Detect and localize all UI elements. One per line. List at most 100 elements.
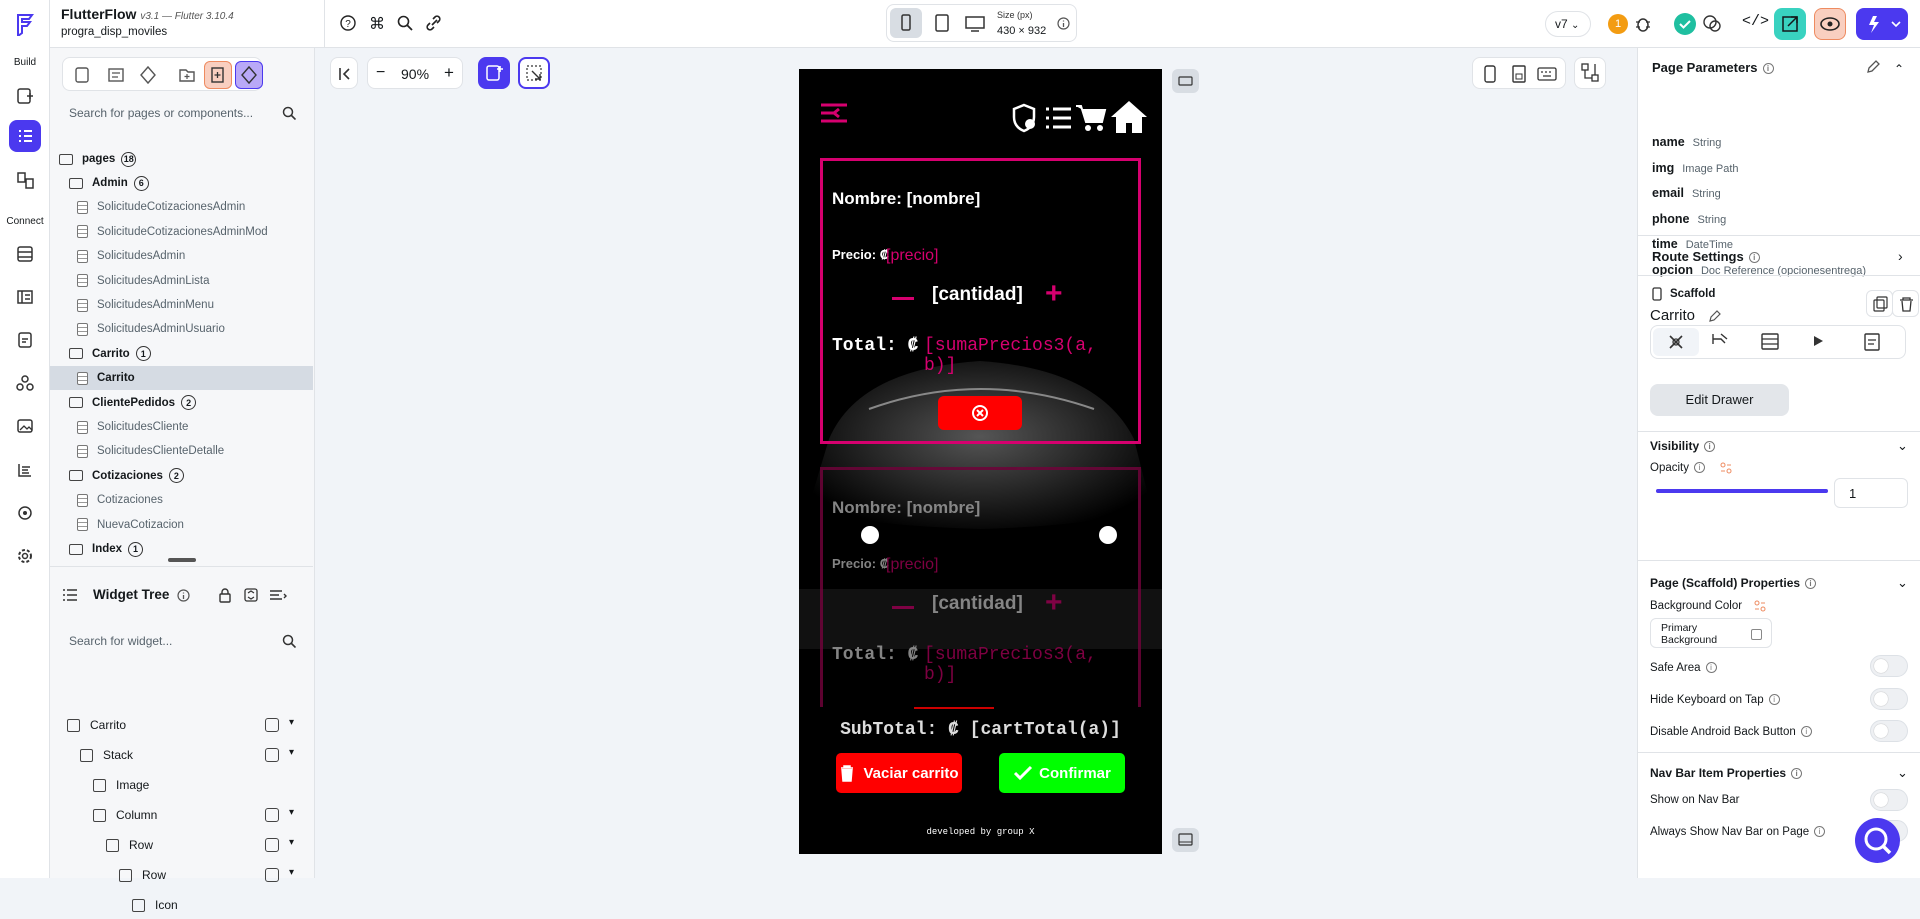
- page-parameter[interactable]: email String: [1652, 186, 1721, 200]
- chevron-down-icon[interactable]: ▾: [289, 717, 294, 728]
- pages-root-folder[interactable]: pages 18: [50, 147, 313, 171]
- increment-button[interactable]: +: [1045, 279, 1063, 309]
- widget-tree-item[interactable]: Carrito ▾: [50, 711, 313, 739]
- add-page-button[interactable]: [204, 61, 232, 89]
- phone-device-button[interactable]: [890, 8, 922, 38]
- page-folder[interactable]: Admin 6: [50, 171, 313, 195]
- logs-icon[interactable]: [9, 454, 41, 486]
- chevron-down-icon[interactable]: ▾: [289, 837, 294, 848]
- phone-preview-icon[interactable]: [1483, 65, 1497, 83]
- list-icon[interactable]: [1044, 105, 1072, 131]
- keyboard-toggle-icon[interactable]: [1172, 69, 1199, 93]
- expand-collapse-icon[interactable]: [243, 587, 259, 603]
- properties-tab[interactable]: [1653, 328, 1699, 356]
- add-child-icon[interactable]: [265, 838, 279, 852]
- shield-user-icon[interactable]: [1011, 103, 1039, 133]
- delete-button[interactable]: [1892, 290, 1919, 317]
- support-search-button[interactable]: [1855, 818, 1900, 863]
- page-parameter[interactable]: phone String: [1652, 212, 1726, 226]
- comments-icon[interactable]: [1702, 14, 1722, 34]
- drawer-menu-icon[interactable]: [819, 102, 849, 124]
- widget-tree-item[interactable]: Image: [50, 771, 313, 799]
- widget-tree-item[interactable]: Column ▾: [50, 801, 313, 829]
- search-icon[interactable]: [282, 634, 296, 648]
- add-child-icon[interactable]: [265, 718, 279, 732]
- page-item[interactable]: SolicitudeCotizacionesAdminMod: [50, 220, 313, 244]
- widget-search-input[interactable]: Search for widget...: [69, 634, 172, 648]
- tree-layout-button[interactable]: [1574, 57, 1606, 89]
- hide-keyboard-toggle[interactable]: [1870, 688, 1908, 710]
- chevron-down-icon[interactable]: ⌄: [1897, 575, 1908, 591]
- collapse-panel-button[interactable]: [330, 57, 358, 89]
- link-icon[interactable]: [425, 15, 443, 31]
- components-tab-icon[interactable]: [103, 63, 129, 87]
- settings-gear-icon[interactable]: [9, 540, 41, 572]
- duplicate-button[interactable]: [1866, 290, 1893, 317]
- select-mode-button[interactable]: [518, 57, 550, 89]
- page-folder[interactable]: Cotizaciones 2: [50, 464, 313, 488]
- scaffold-name[interactable]: Carrito: [1650, 307, 1695, 324]
- page-tree-icon[interactable]: [9, 120, 41, 152]
- add-child-icon[interactable]: [265, 748, 279, 762]
- safe-area-toggle[interactable]: [1870, 655, 1908, 677]
- keyboard-icon[interactable]: [1537, 67, 1557, 81]
- open-external-button[interactable]: [1774, 8, 1806, 40]
- cart-item-card[interactable]: Nombre: [nombre] Precio: ₡ [precio] [can…: [820, 158, 1141, 444]
- diamond-tab-icon[interactable]: [135, 63, 161, 87]
- variable-link-icon[interactable]: [1754, 600, 1766, 612]
- add-component-button[interactable]: [235, 61, 263, 89]
- chevron-down-icon[interactable]: ▾: [289, 747, 294, 758]
- app-values-icon[interactable]: [9, 324, 41, 356]
- widget-tree-item[interactable]: Row ▾: [50, 861, 313, 889]
- team-icon[interactable]: [9, 497, 41, 529]
- command-icon[interactable]: ⌘: [369, 14, 385, 34]
- zoom-in-button[interactable]: +: [444, 63, 454, 83]
- background-color-picker[interactable]: Primary Background: [1650, 618, 1772, 648]
- show-nav-bar-toggle[interactable]: [1870, 789, 1908, 811]
- page-folder[interactable]: Carrito 1: [50, 342, 313, 366]
- increment-button[interactable]: +: [1045, 588, 1063, 618]
- new-folder-icon[interactable]: [174, 63, 200, 87]
- size-value[interactable]: 430 × 932: [997, 25, 1046, 37]
- panel-resize-handle[interactable]: [168, 558, 196, 562]
- bottom-sheet-toggle-icon[interactable]: [1172, 828, 1199, 852]
- lock-icon[interactable]: [218, 588, 232, 603]
- check-status-icon[interactable]: [1674, 13, 1696, 35]
- page-item[interactable]: Cotizaciones: [50, 488, 313, 512]
- add-page-icon[interactable]: [9, 80, 41, 112]
- animations-tab-icon[interactable]: [1811, 334, 1825, 348]
- chevron-up-icon[interactable]: ⌃: [1894, 62, 1904, 76]
- chevron-down-icon[interactable]: ▾: [289, 807, 294, 818]
- firestore-icon[interactable]: [9, 238, 41, 270]
- page-item[interactable]: SolicitudesAdminLista: [50, 269, 313, 293]
- bug-icon[interactable]: [1633, 14, 1653, 34]
- page-item[interactable]: SolicitudesAdminUsuario: [50, 317, 313, 341]
- chevron-down-icon[interactable]: ⌄: [1897, 765, 1908, 781]
- edit-pencil-icon[interactable]: [1866, 60, 1880, 74]
- edit-pencil-icon[interactable]: [1708, 310, 1721, 323]
- edit-drawer-button[interactable]: Edit Drawer: [1650, 384, 1789, 416]
- media-assets-icon[interactable]: [9, 410, 41, 442]
- widget-tree-item[interactable]: Icon: [50, 891, 313, 919]
- page-item[interactable]: Carrito: [50, 366, 313, 391]
- home-icon[interactable]: [1109, 99, 1149, 135]
- page-item[interactable]: SolicitudesAdmin: [50, 244, 313, 268]
- add-child-icon[interactable]: [265, 868, 279, 882]
- add-child-icon[interactable]: [265, 808, 279, 822]
- chevron-down-icon[interactable]: ▾: [289, 867, 294, 878]
- widget-tree-item[interactable]: Stack ▾: [50, 741, 313, 769]
- chevron-down-icon[interactable]: ⌄: [1897, 438, 1908, 454]
- search-icon[interactable]: [282, 106, 296, 120]
- code-icon[interactable]: </>: [1742, 13, 1769, 30]
- desktop-device-button[interactable]: [960, 8, 990, 38]
- add-widget-button[interactable]: [478, 57, 510, 89]
- notification-badge[interactable]: 1: [1608, 14, 1628, 34]
- pages-search-input[interactable]: Search for pages or components...: [69, 106, 253, 120]
- api-icon[interactable]: [9, 367, 41, 399]
- chevron-right-icon[interactable]: ›: [1898, 248, 1903, 264]
- page-parameter[interactable]: name String: [1652, 135, 1721, 149]
- tablet-preview-icon[interactable]: [1511, 65, 1527, 83]
- remove-item-button[interactable]: [938, 396, 1022, 430]
- help-icon[interactable]: ?: [340, 15, 356, 31]
- page-parameter[interactable]: img Image Path: [1652, 161, 1739, 175]
